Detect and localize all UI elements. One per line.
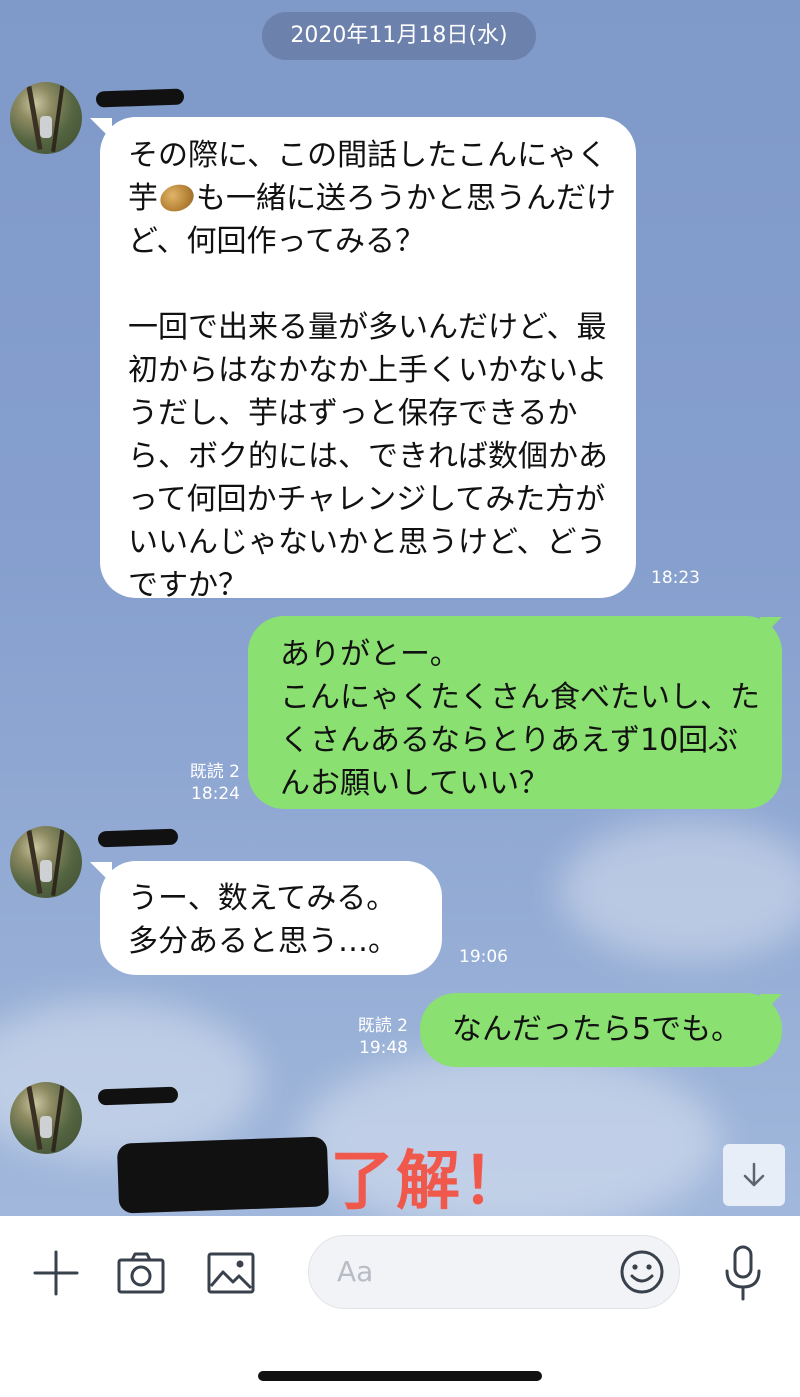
date-separator: 2020年11月18日(水) xyxy=(262,12,536,60)
plus-button[interactable] xyxy=(31,1248,81,1298)
message-time: 19:06 xyxy=(459,947,508,967)
sticker-redacted-part xyxy=(116,1136,330,1214)
chat-area[interactable]: 2020年11月18日(水) その際に、この間話したこんにゃく芋 も一緒に送ろうか… xyxy=(0,0,800,1216)
arrow-down-icon xyxy=(743,1162,765,1187)
image-button[interactable] xyxy=(206,1248,256,1298)
camera-button[interactable] xyxy=(116,1248,166,1298)
scroll-to-bottom-button[interactable] xyxy=(723,1144,785,1206)
message-bubble-outgoing[interactable]: ありがとー。 こんにゃくたくさん食べたいし、たくさんあるならとりあえず10回ぶん… xyxy=(248,616,782,809)
read-receipt: 既読 2 xyxy=(189,762,240,782)
home-indicator xyxy=(258,1371,542,1381)
contact-avatar[interactable] xyxy=(10,82,82,154)
sender-name-redacted xyxy=(97,1086,179,1106)
bubble-tail xyxy=(760,617,782,639)
image-icon xyxy=(207,1252,255,1294)
message-input[interactable]: Aa xyxy=(308,1235,680,1309)
read-receipt: 既読 2 xyxy=(357,1016,408,1036)
bubble-tail xyxy=(760,994,782,1016)
message-time: 19:48 xyxy=(359,1038,408,1058)
cloud-decoration xyxy=(560,820,800,960)
contact-avatar[interactable] xyxy=(10,1082,82,1154)
message-bubble-incoming[interactable]: その際に、この間話したこんにゃく芋 も一緒に送ろうかと思うんだけど、何回作ってみる… xyxy=(100,117,636,603)
contact-avatar[interactable] xyxy=(10,826,82,898)
sender-name-redacted xyxy=(95,88,185,108)
message-input-placeholder: Aa xyxy=(337,1255,374,1288)
sticker-text[interactable]: 了解！ xyxy=(330,1130,528,1216)
smiley-icon[interactable] xyxy=(619,1249,665,1295)
sender-name-redacted xyxy=(97,828,179,848)
message-text: も一緒に送ろうかと思うんだけど、何回作ってみる？ 一回で出来る量が多いんだけど、… xyxy=(128,181,616,603)
message-time: 18:23 xyxy=(651,568,700,588)
potato-emoji-icon xyxy=(156,180,198,216)
plus-icon xyxy=(33,1250,79,1296)
message-time: 18:24 xyxy=(191,784,240,804)
message-bubble-incoming[interactable]: うー、数えてみる。 多分あると思う…。 xyxy=(100,861,442,975)
message-bubble-outgoing[interactable]: なんだったら5でも。 xyxy=(420,993,782,1067)
camera-icon xyxy=(117,1252,165,1294)
microphone-button[interactable] xyxy=(718,1245,768,1301)
microphone-icon xyxy=(725,1245,761,1301)
